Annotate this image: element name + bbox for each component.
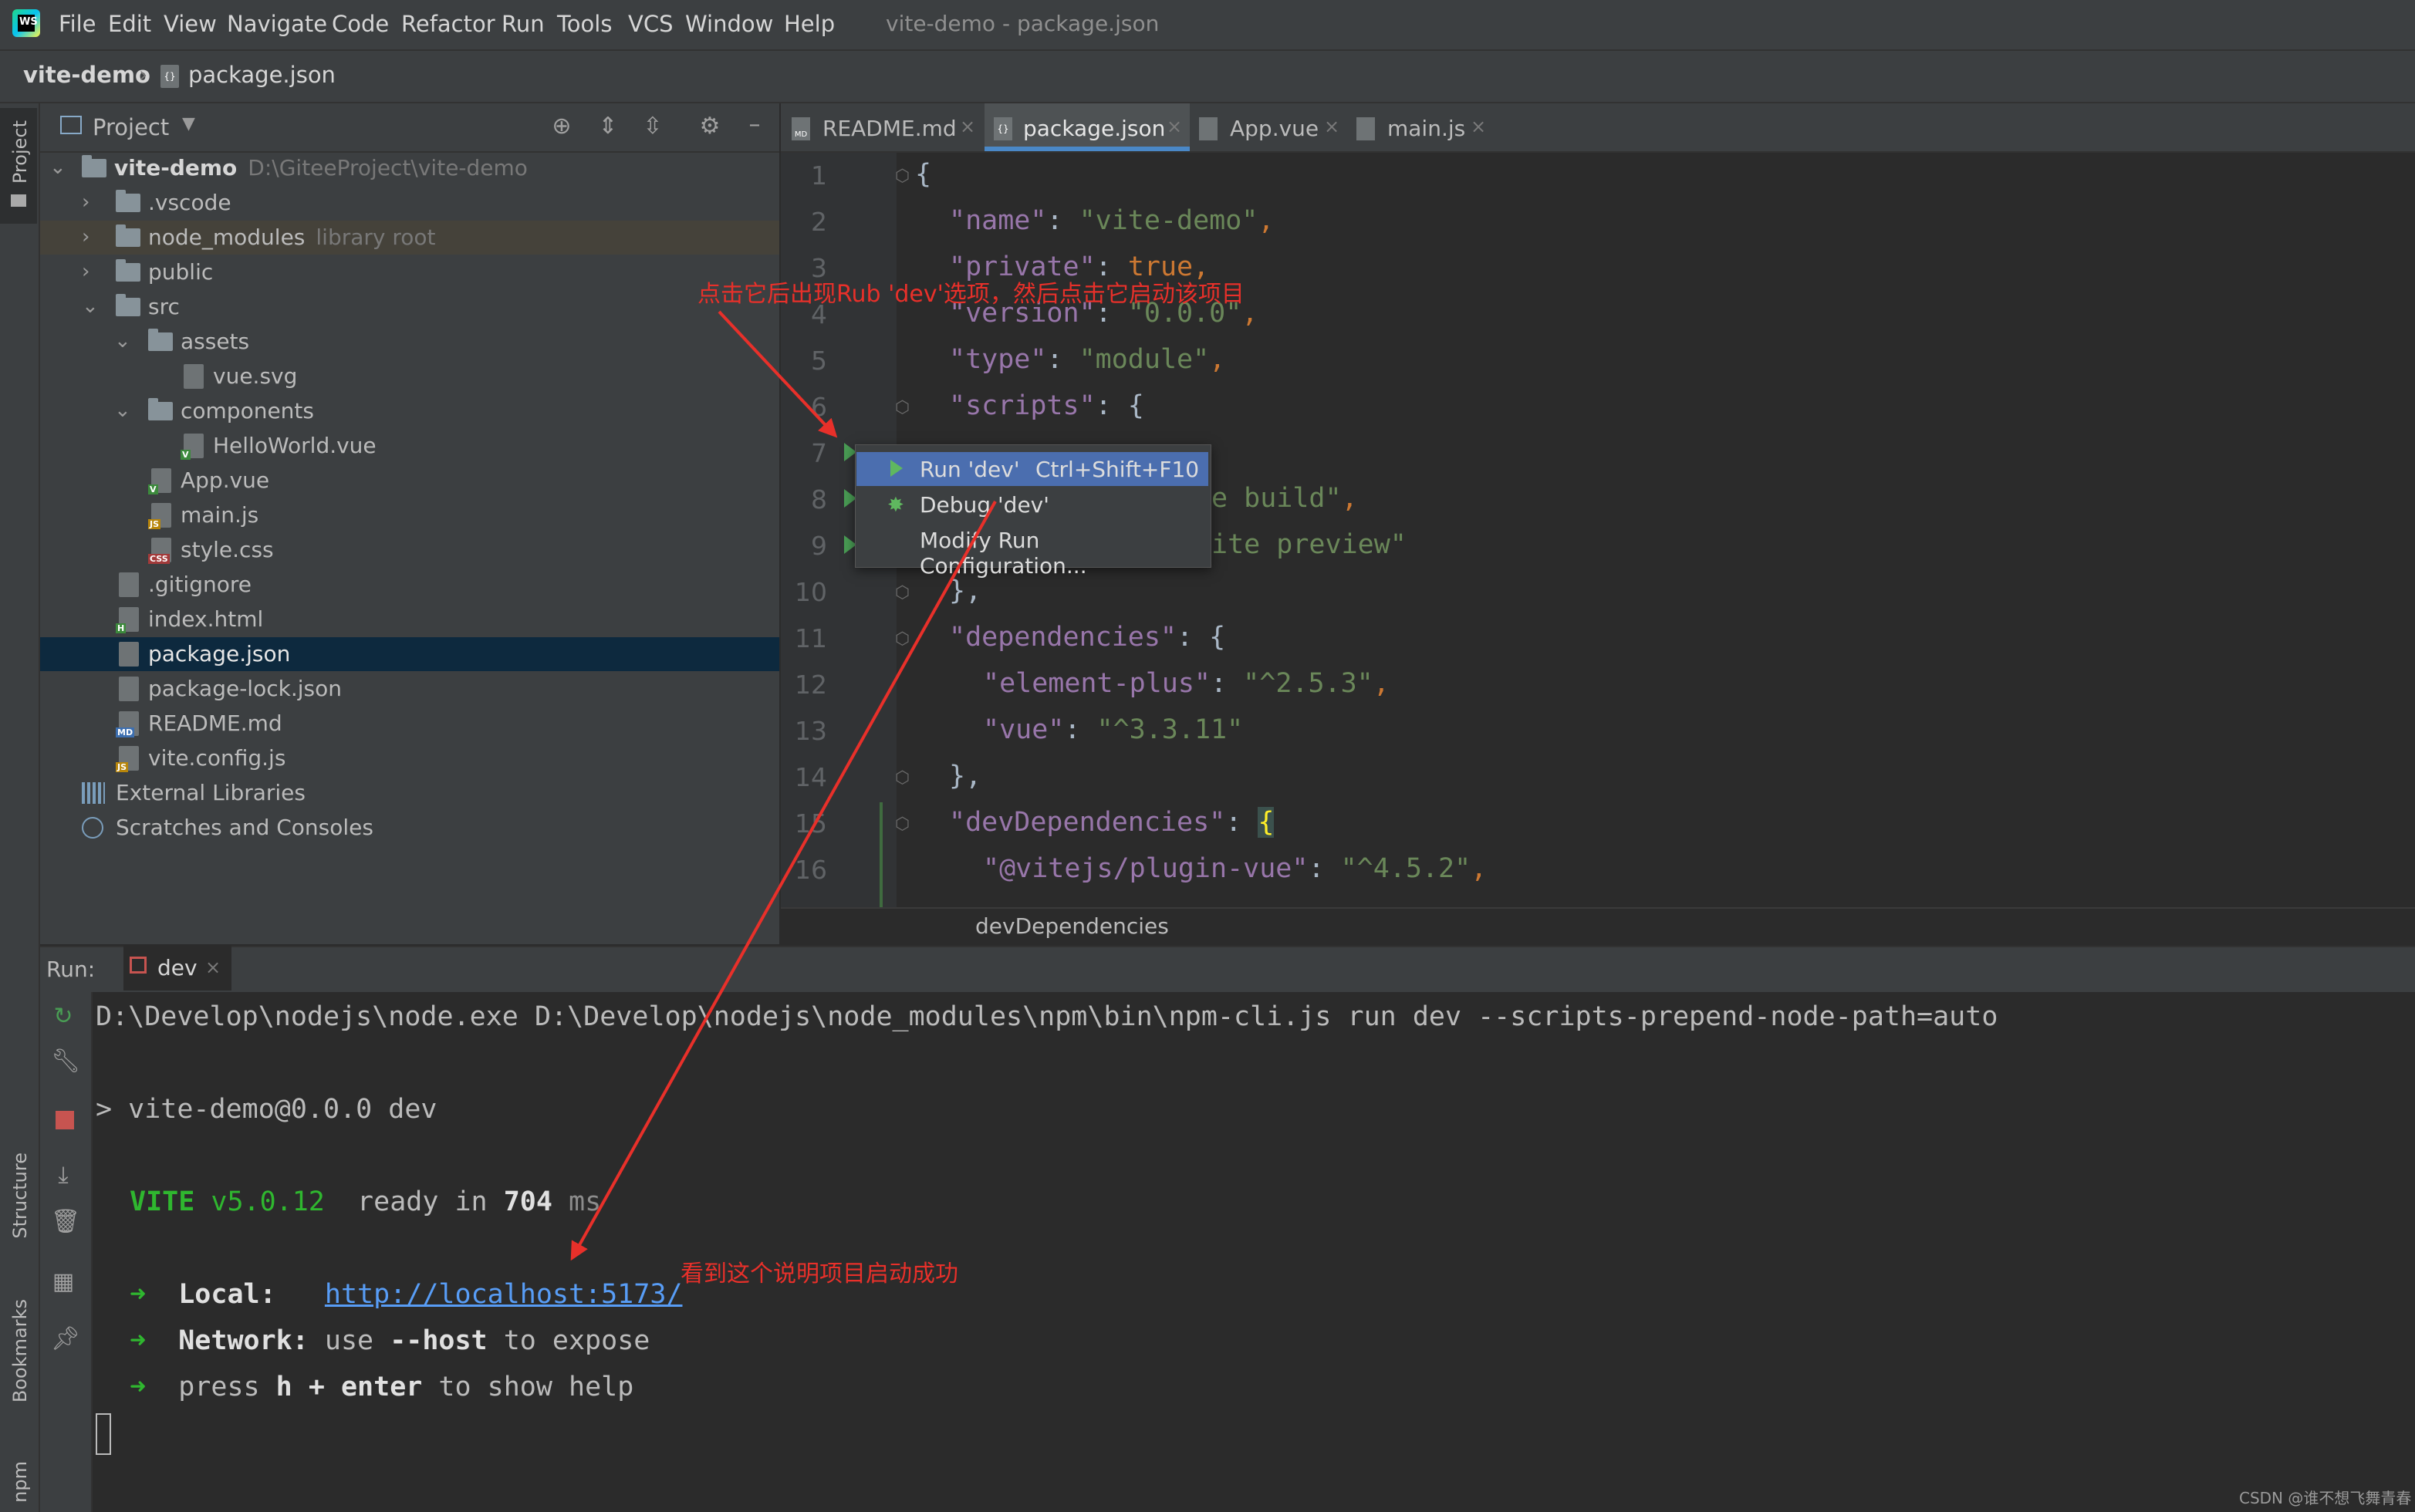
annotation-arrow-bottom	[570, 501, 997, 1261]
annotation-arrows	[570, 310, 997, 1261]
annotation-arrow-top	[718, 310, 838, 438]
watermark: CSDN @谁不想飞舞青春	[2239, 1489, 2412, 1507]
